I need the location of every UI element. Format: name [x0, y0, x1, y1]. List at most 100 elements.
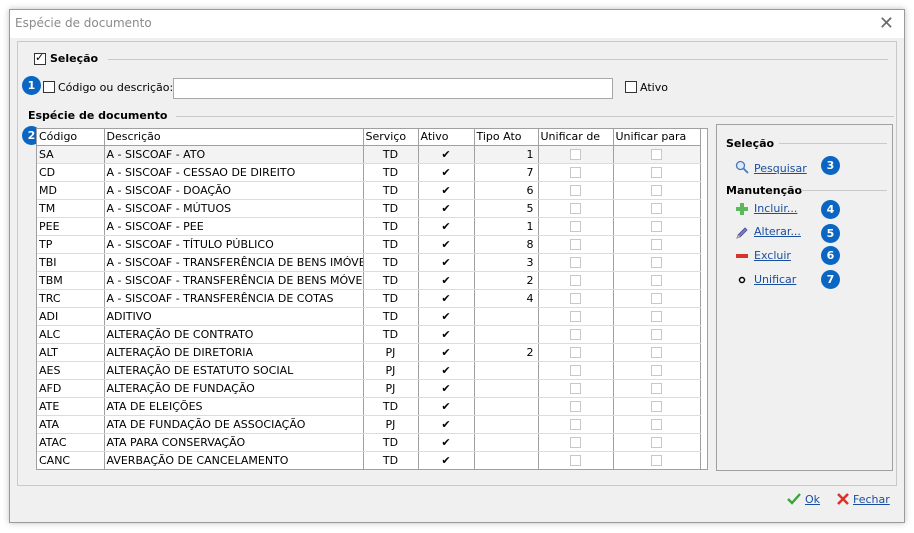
codigo-descricao-input[interactable]: [173, 78, 613, 99]
unificar-checkbox[interactable]: [570, 437, 581, 448]
unificar-checkbox[interactable]: [651, 167, 662, 178]
ativo-check-icon[interactable]: ✔: [441, 418, 450, 431]
unificar-checkbox[interactable]: [651, 437, 662, 448]
alterar-link[interactable]: Alterar...: [754, 225, 801, 238]
unificar-checkbox[interactable]: [570, 239, 581, 250]
unificar-checkbox[interactable]: [570, 365, 581, 376]
filter-checkbox[interactable]: [43, 81, 55, 93]
cell-servico: TD: [363, 181, 419, 200]
unificar-checkbox[interactable]: [570, 203, 581, 214]
unificar-checkbox[interactable]: [570, 167, 581, 178]
unificar-checkbox[interactable]: [651, 329, 662, 340]
unificar-checkbox[interactable]: [570, 383, 581, 394]
unificar-checkbox[interactable]: [570, 329, 581, 340]
col-codigo[interactable]: Código: [37, 129, 105, 146]
pesquisar-link[interactable]: Pesquisar: [754, 162, 807, 175]
cell-unificar-para: [613, 325, 701, 344]
table-row[interactable]: CD A - SISCOAF - CESSAO DE DIREITO TD ✔ 7: [37, 163, 701, 182]
unificar-checkbox[interactable]: [570, 419, 581, 430]
unificar-checkbox[interactable]: [651, 185, 662, 196]
table-row[interactable]: TP A - SISCOAF - TÍTULO PÚBLICO TD ✔ 8: [37, 235, 701, 254]
table-row[interactable]: AFD ALTERAÇÃO DE FUNDAÇÃO PJ ✔: [37, 379, 701, 398]
cell-unificar-para: [613, 397, 701, 416]
excluir-link[interactable]: Excluir: [754, 249, 791, 262]
unificar-checkbox[interactable]: [570, 149, 581, 160]
cell-unificar-para: [613, 451, 701, 469]
ativo-check-icon[interactable]: ✔: [441, 328, 450, 341]
unificar-checkbox[interactable]: [570, 401, 581, 412]
unificar-checkbox[interactable]: [570, 293, 581, 304]
table-row[interactable]: TBM A - SISCOAF - TRANSFERÊNCIA DE BENS M…: [37, 271, 701, 290]
ativo-check-icon[interactable]: ✔: [441, 202, 450, 215]
col-tipo-ato[interactable]: Tipo Ato: [474, 129, 539, 146]
unificar-checkbox[interactable]: [570, 347, 581, 358]
unificar-checkbox[interactable]: [570, 221, 581, 232]
fechar-button[interactable]: Fechar: [853, 493, 890, 506]
unificar-checkbox[interactable]: [651, 455, 662, 466]
cell-codigo: AFD: [37, 379, 105, 398]
ativo-check-icon[interactable]: ✔: [441, 148, 450, 161]
incluir-link[interactable]: Incluir...: [754, 202, 797, 215]
table-row[interactable]: ATA ATA DE FUNDAÇÃO DE ASSOCIAÇÃO PJ ✔: [37, 415, 701, 434]
table-row[interactable]: TBI A - SISCOAF - TRANSFERÊNCIA DE BENS I…: [37, 253, 701, 272]
table-row[interactable]: SA A - SISCOAF - ATO TD ✔ 1: [37, 145, 701, 164]
table-row[interactable]: ALC ALTERAÇÃO DE CONTRATO TD ✔: [37, 325, 701, 344]
unificar-checkbox[interactable]: [651, 365, 662, 376]
ativo-check-icon[interactable]: ✔: [441, 292, 450, 305]
ativo-check-icon[interactable]: ✔: [441, 166, 450, 179]
ativo-check-icon[interactable]: ✔: [441, 220, 450, 233]
ativo-check-icon[interactable]: ✔: [441, 364, 450, 377]
ativo-check-icon[interactable]: ✔: [441, 382, 450, 395]
unificar-checkbox[interactable]: [651, 257, 662, 268]
table-row[interactable]: ALT ALTERAÇÃO DE DIRETORIA PJ ✔ 2: [37, 343, 701, 362]
unificar-checkbox[interactable]: [651, 401, 662, 412]
unificar-link[interactable]: Unificar: [754, 273, 796, 286]
col-ativo[interactable]: Ativo: [418, 129, 475, 146]
unificar-checkbox[interactable]: [651, 221, 662, 232]
ativo-check-icon[interactable]: ✔: [441, 274, 450, 287]
table-row[interactable]: PEE A - SISCOAF - PEE TD ✔ 1: [37, 217, 701, 236]
unificar-checkbox[interactable]: [570, 257, 581, 268]
ativo-check-icon[interactable]: ✔: [441, 346, 450, 359]
ativo-check-icon[interactable]: ✔: [441, 184, 450, 197]
col-servico[interactable]: Serviço: [363, 129, 419, 146]
table-row[interactable]: ATE ATA DE ELEIÇÕES TD ✔: [37, 397, 701, 416]
unificar-checkbox[interactable]: [651, 149, 662, 160]
ativo-check-icon[interactable]: ✔: [441, 238, 450, 251]
table-row[interactable]: MD A - SISCOAF - DOAÇÃO TD ✔ 6: [37, 181, 701, 200]
table-row[interactable]: CANC AVERBAÇÃO DE CANCELAMENTO TD ✔: [37, 451, 701, 469]
ativo-check-icon[interactable]: ✔: [441, 400, 450, 413]
close-icon[interactable]: ✕: [879, 13, 894, 34]
badge-3: 3: [821, 156, 840, 175]
ativo-checkbox[interactable]: [625, 81, 637, 93]
unificar-checkbox[interactable]: [651, 419, 662, 430]
unificar-checkbox[interactable]: [651, 239, 662, 250]
table-row[interactable]: ADI ADITIVO TD ✔: [37, 307, 701, 326]
unificar-checkbox[interactable]: [570, 185, 581, 196]
cell-codigo: TBM: [37, 271, 105, 290]
unificar-checkbox[interactable]: [651, 383, 662, 394]
selecao-checkbox[interactable]: [34, 51, 46, 65]
unificar-checkbox[interactable]: [651, 311, 662, 322]
unificar-checkbox[interactable]: [651, 275, 662, 286]
unificar-checkbox[interactable]: [570, 275, 581, 286]
unificar-checkbox[interactable]: [570, 455, 581, 466]
table-row[interactable]: TM A - SISCOAF - MÚTUOS TD ✔ 5: [37, 199, 701, 218]
table-row[interactable]: AES ALTERAÇÃO DE ESTATUTO SOCIAL PJ ✔: [37, 361, 701, 380]
especie-grid[interactable]: Código Descrição Serviço Ativo Tipo Ato …: [36, 128, 708, 470]
unificar-checkbox[interactable]: [651, 347, 662, 358]
table-row[interactable]: TRC A - SISCOAF - TRANSFERÊNCIA DE COTAS T…: [37, 289, 701, 308]
ok-button[interactable]: Ok: [805, 493, 820, 506]
cell-unificar-de: [538, 253, 614, 272]
col-descricao[interactable]: Descrição: [104, 129, 364, 146]
col-unificar-para[interactable]: Unificar para: [613, 129, 701, 146]
table-row[interactable]: ATAC ATA PARA CONSERVAÇÃO TD ✔: [37, 433, 701, 452]
unificar-checkbox[interactable]: [651, 293, 662, 304]
unificar-checkbox[interactable]: [651, 203, 662, 214]
unificar-checkbox[interactable]: [570, 311, 581, 322]
ativo-check-icon[interactable]: ✔: [441, 256, 450, 269]
ativo-check-icon[interactable]: ✔: [441, 436, 450, 449]
ativo-check-icon[interactable]: ✔: [441, 454, 450, 467]
col-unificar-de[interactable]: Unificar de: [538, 129, 614, 146]
ativo-check-icon[interactable]: ✔: [441, 310, 450, 323]
